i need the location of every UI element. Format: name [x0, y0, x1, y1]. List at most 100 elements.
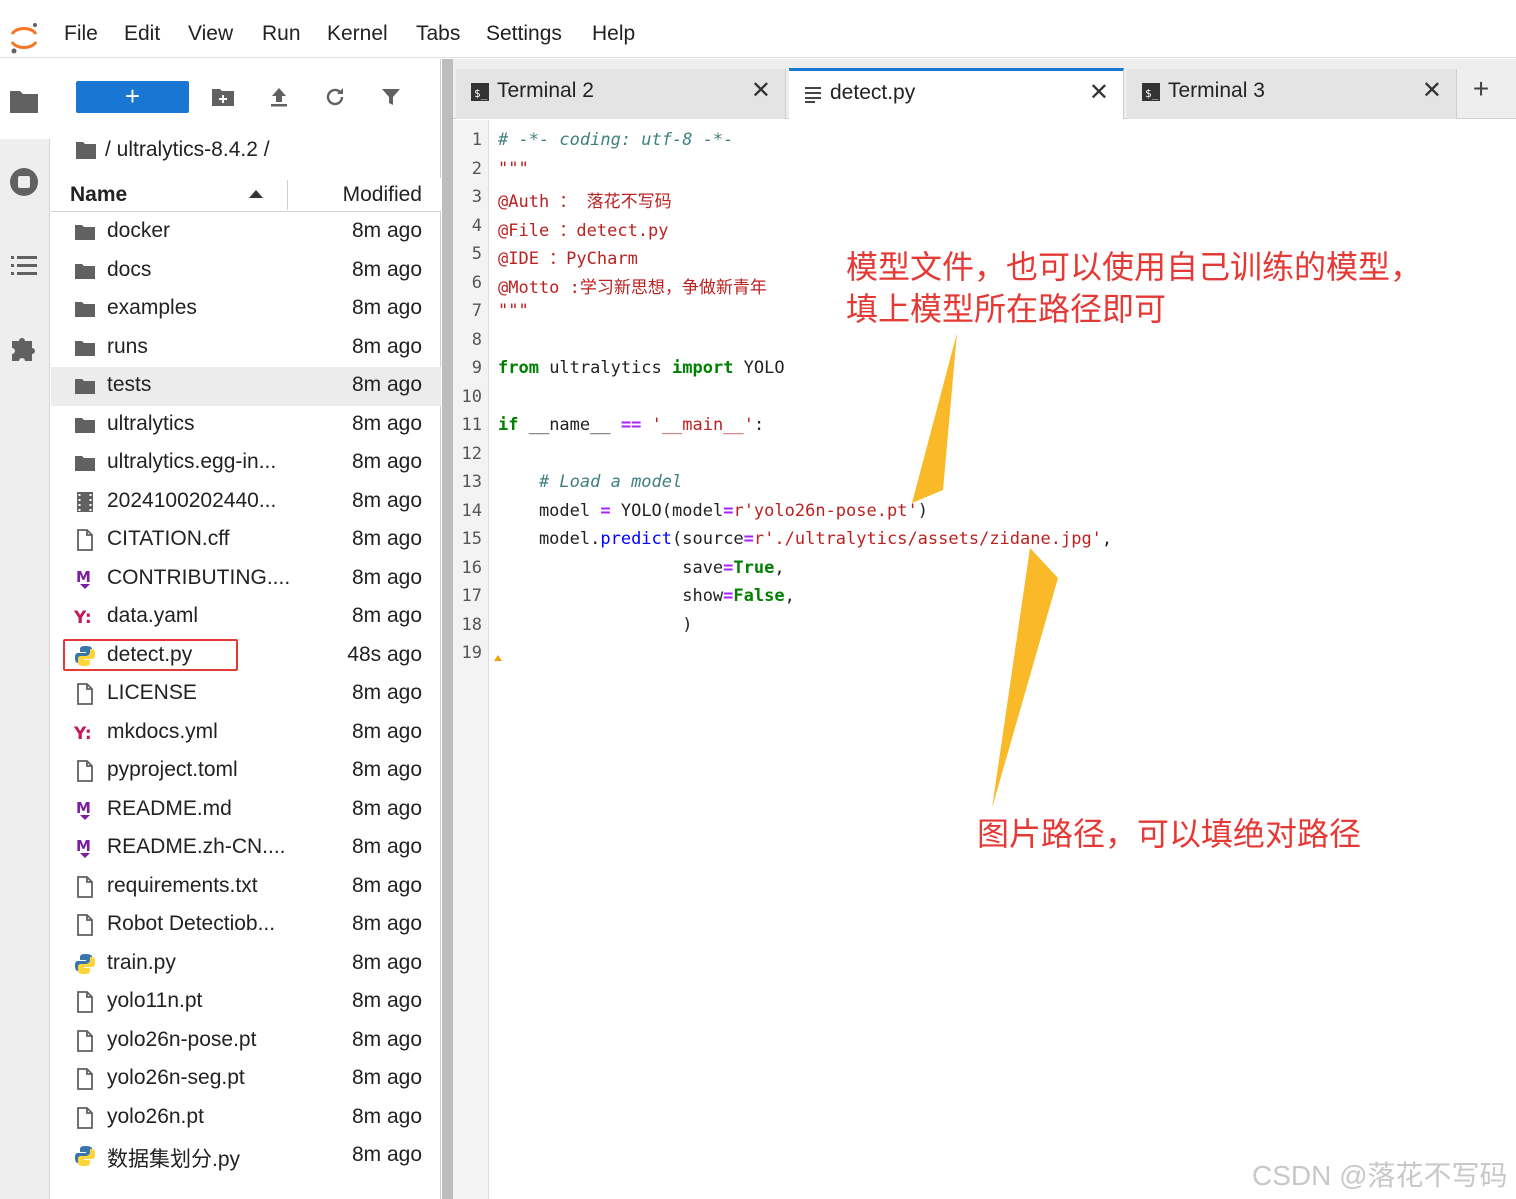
- menu-tabs[interactable]: Tabs: [416, 22, 460, 46]
- file-row[interactable]: Robot Detectiob... 8m ago: [51, 906, 441, 945]
- file-row[interactable]: tests 8m ago: [51, 367, 441, 406]
- folder-icon: [76, 142, 96, 159]
- file-modified: 8m ago: [351, 488, 422, 512]
- file-row[interactable]: LICENSE 8m ago: [51, 675, 441, 714]
- tab-detect-py[interactable]: detect.py ✕: [789, 68, 1124, 119]
- file-row[interactable]: ultralytics.egg-in... 8m ago: [51, 444, 441, 483]
- tab-terminal-3[interactable]: $_ Terminal 3 ✕: [1127, 69, 1457, 119]
- new-launcher-button[interactable]: +: [76, 81, 189, 113]
- tab-bar: $_ Terminal 2 ✕ detect.py ✕ $_ Terminal …: [453, 59, 1516, 119]
- menu-view[interactable]: View: [188, 22, 233, 46]
- column-divider[interactable]: [287, 180, 288, 210]
- file-row[interactable]: M CONTRIBUTING.... 8m ago: [51, 560, 441, 599]
- file-row[interactable]: CITATION.cff 8m ago: [51, 521, 441, 560]
- file-name: train.py: [107, 950, 176, 974]
- menu-kernel[interactable]: Kernel: [327, 22, 388, 46]
- code-token: @Motto :学习新思想，争做新青年: [498, 277, 767, 298]
- svg-text:M: M: [76, 568, 91, 586]
- upload-icon[interactable]: [267, 85, 291, 109]
- file-list: docker 8m ago docs 8m ago examples 8m ago runs…: [51, 213, 441, 1176]
- close-icon[interactable]: ✕: [1089, 81, 1109, 105]
- line-number: 5: [471, 244, 482, 264]
- file-row[interactable]: pyproject.toml 8m ago: [51, 752, 441, 791]
- file-row[interactable]: M README.zh-CN.... 8m ago: [51, 829, 441, 868]
- code-token: =: [600, 500, 611, 521]
- new-folder-icon[interactable]: [211, 85, 235, 109]
- file-icon: [74, 1029, 96, 1052]
- file-row[interactable]: examples 8m ago: [51, 290, 441, 329]
- new-tab-button[interactable]: +: [1461, 71, 1501, 109]
- breadcrumb[interactable]: / ultralytics-8.4.2 /: [75, 135, 270, 165]
- file-row[interactable]: docker 8m ago: [51, 213, 441, 252]
- file-row[interactable]: yolo26n-pose.pt 8m ago: [51, 1022, 441, 1061]
- line-number: 12: [461, 443, 482, 464]
- code-token: @IDE ：PyCharm: [498, 249, 638, 269]
- menu-help[interactable]: Help: [592, 22, 635, 46]
- table-of-contents-icon[interactable]: [8, 249, 40, 281]
- file-row[interactable]: yolo26n-seg.pt 8m ago: [51, 1060, 441, 1099]
- line-number: 1: [471, 130, 482, 150]
- folder-icon[interactable]: [8, 85, 40, 117]
- refresh-icon[interactable]: [323, 85, 347, 109]
- file-row[interactable]: requirements.txt 8m ago: [51, 868, 441, 907]
- file-row[interactable]: train.py 8m ago: [51, 945, 441, 984]
- file-browser: + / ultralytics-8.4.2 / Name Modified do…: [51, 59, 441, 1199]
- file-name: ultralytics: [107, 411, 195, 435]
- text-file-icon: [805, 87, 821, 103]
- running-sessions-icon[interactable]: [8, 166, 40, 198]
- code-token: import: [672, 358, 734, 378]
- code-line: @Motto :学习新思想，争做新青年: [498, 273, 767, 298]
- tab-terminal-2[interactable]: $_ Terminal 2 ✕: [456, 69, 786, 119]
- menu-settings[interactable]: Settings: [486, 22, 562, 46]
- code-token: r'./ultralytics/assets/zidane.jpg': [753, 529, 1102, 549]
- column-modified-header[interactable]: Modified: [343, 183, 422, 207]
- code-token: __name__: [518, 415, 621, 435]
- file-row[interactable]: detect.py 48s ago: [51, 637, 441, 676]
- sort-ascending-icon[interactable]: [249, 190, 263, 198]
- file-row[interactable]: docs 8m ago: [51, 252, 441, 291]
- activity-files-tab[interactable]: [0, 59, 50, 139]
- file-row[interactable]: runs 8m ago: [51, 329, 441, 368]
- menu-file[interactable]: File: [64, 22, 98, 46]
- menu-run[interactable]: Run: [262, 22, 301, 46]
- close-icon[interactable]: ✕: [1422, 79, 1442, 103]
- file-modified: 8m ago: [351, 912, 422, 935]
- file-row[interactable]: M README.md 8m ago: [51, 791, 441, 830]
- folder-icon: [74, 452, 96, 474]
- code-token: @Auth ： 落花不写码: [498, 192, 672, 212]
- code-token: :: [753, 415, 765, 435]
- python-icon: [74, 645, 96, 667]
- markdown-icon: M: [74, 568, 96, 590]
- breadcrumb-path[interactable]: / ultralytics-8.4.2 /: [105, 138, 270, 162]
- file-row[interactable]: Y: data.yaml 8m ago: [51, 598, 441, 637]
- file-name: data.yaml: [107, 604, 199, 627]
- file-row[interactable]: 2024100202440... 8m ago: [51, 483, 441, 522]
- code-token: =: [723, 557, 734, 578]
- code-token: True: [733, 557, 775, 578]
- code-token: r'yolo26n-pose.pt': [733, 500, 918, 521]
- folder-icon: [74, 375, 96, 397]
- file-row[interactable]: yolo26n.pt 8m ago: [51, 1099, 441, 1138]
- file-row[interactable]: ultralytics 8m ago: [51, 406, 441, 445]
- python-icon: [74, 953, 96, 975]
- folder-icon: [74, 298, 96, 320]
- column-name-header[interactable]: Name: [70, 183, 127, 207]
- tab-label: Terminal 2: [497, 79, 594, 102]
- jupyter-logo-icon[interactable]: [8, 20, 40, 56]
- code-line: model.predict(source=r'./ultralytics/ass…: [498, 529, 1112, 549]
- file-modified: 8m ago: [351, 257, 422, 281]
- file-row[interactable]: 数据集划分.py 8m ago: [51, 1137, 441, 1176]
- annotation-model-line2: 填上模型所在路径即可: [846, 290, 1167, 328]
- code-line: # -*- coding: utf-8 -*-: [498, 130, 733, 150]
- menu-edit[interactable]: Edit: [124, 22, 160, 46]
- filter-icon[interactable]: [379, 85, 403, 109]
- file-icon: [74, 760, 96, 782]
- extensions-icon[interactable]: [8, 331, 40, 363]
- panel-splitter[interactable]: [442, 59, 453, 1199]
- terminal-icon: $_: [471, 83, 489, 101]
- close-icon[interactable]: ✕: [751, 79, 771, 103]
- file-row[interactable]: yolo11n.pt 8m ago: [51, 983, 441, 1022]
- file-row[interactable]: Y: mkdocs.yml 8m ago: [51, 714, 441, 753]
- file-icon: [74, 1068, 96, 1090]
